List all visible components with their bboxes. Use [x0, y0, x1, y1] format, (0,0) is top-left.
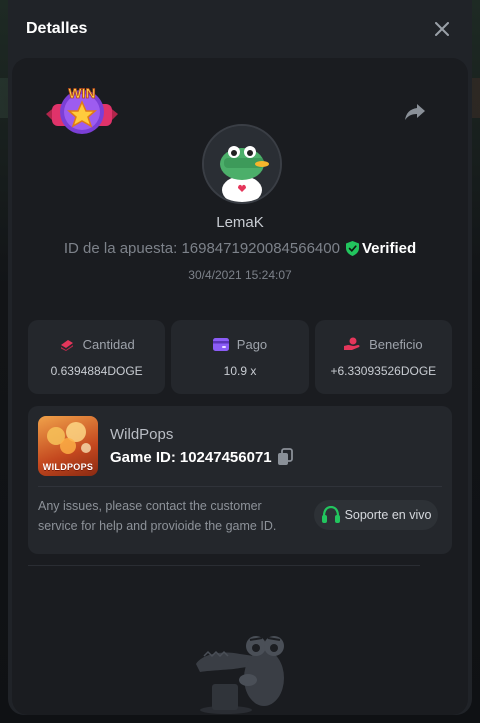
stat-payout: Pago 10.9 x [171, 320, 309, 394]
verified-label: Verified [361, 240, 417, 257]
game-thumbnail[interactable]: WILDPOPS [38, 416, 98, 476]
game-thumbnail-label: WILDPOPS [42, 462, 94, 472]
section-divider [28, 565, 420, 566]
bet-id: ID de la apuesta: 1698471920084566400 [64, 240, 340, 257]
bet-details-modal: Detalles WIN LemaK ID de la apuesta: 169… [8, 0, 472, 715]
stat-amount-label: Cantidad [82, 336, 135, 352]
live-support-label: Soporte en vivo [344, 508, 432, 522]
game-id-label: Game ID: [110, 448, 176, 466]
crocodile-mascot-icon [196, 636, 284, 714]
modal-title: Detalles [26, 20, 88, 37]
support-message: Any issues, please contact the customer … [38, 499, 277, 533]
coins-icon [60, 340, 73, 351]
stat-payout-head: Pago [212, 336, 268, 352]
avatar [202, 124, 282, 204]
profit-hand-icon [344, 337, 360, 350]
close-icon [435, 22, 449, 36]
bet-id-value: 1698471920084566400 [181, 240, 340, 257]
stat-amount-head: Cantidad [59, 337, 135, 352]
wallet-icon [212, 337, 229, 351]
copy-icon[interactable] [276, 448, 294, 466]
stat-amount: Cantidad 0.6394884DOGE [28, 320, 166, 394]
bet-id-label: ID de la apuesta: [63, 240, 178, 257]
share-icon[interactable] [404, 102, 426, 122]
headset-icon [321, 506, 340, 523]
stat-profit-label: Beneficio [369, 336, 423, 352]
stat-amount-value: 0.6394884DOGE [50, 363, 143, 378]
details-panel: WIN LemaK ID de la apuesta: 169847192008… [12, 58, 468, 715]
shield-check-icon [345, 241, 359, 256]
stat-payout-value: 10.9 x [223, 363, 257, 378]
game-name[interactable]: WildPops [110, 426, 173, 443]
stat-payout-label: Pago [236, 336, 268, 352]
live-support-button[interactable]: Soporte en vivo [314, 500, 438, 530]
win-badge-icon: WIN [46, 85, 118, 134]
game-id-value: 10247456071 [179, 448, 272, 466]
username: LemaK [216, 214, 264, 231]
game-card-divider [38, 486, 442, 487]
win-badge-text: WIN [68, 85, 95, 101]
verified-badge: Verified [345, 240, 417, 257]
bet-id-row: ID de la apuesta: 1698471920084566400 Ve… [12, 240, 468, 257]
crocodile-avatar-icon [204, 126, 280, 202]
stat-profit-head: Beneficio [344, 336, 423, 352]
stat-profit-value: +6.33093526DOGE [330, 363, 437, 378]
close-button[interactable] [430, 17, 454, 41]
game-id-row: Game ID: 10247456071 [110, 448, 294, 466]
modal-header: Detalles [8, 0, 472, 58]
game-card: WILDPOPS WildPops Game ID: 10247456071 An… [28, 406, 452, 554]
stat-profit: Beneficio +6.33093526DOGE [314, 320, 452, 394]
bet-stats: Cantidad 0.6394884DOGE Pago 10.9 x Benef… [28, 320, 452, 394]
bet-timestamp: 30/4/2021 15:24:07 [188, 268, 292, 282]
